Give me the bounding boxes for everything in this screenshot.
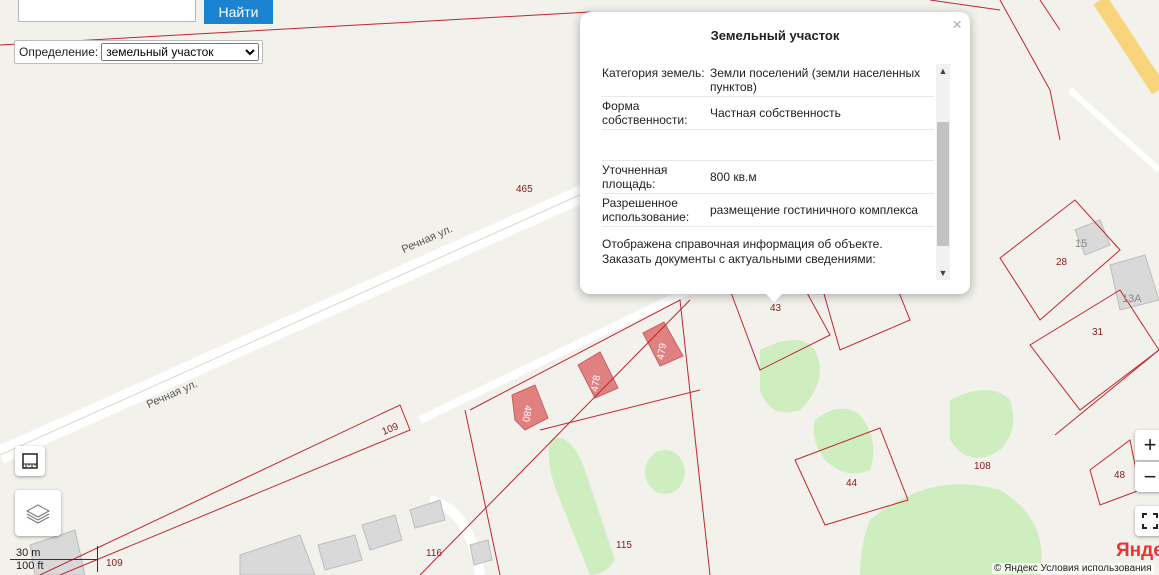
layers-icon (25, 504, 51, 524)
parcel-number: 44 (846, 478, 858, 489)
parcel-number: 109 (106, 558, 123, 569)
search-input[interactable] (18, 0, 196, 22)
scale-imperial: 100 ft (10, 560, 98, 572)
info-key: Форма собственности: (602, 99, 688, 127)
info-value: Частная собственность (710, 106, 841, 120)
parcel-number: 48 (1114, 470, 1126, 481)
info-note: Отображена справочная информация об объе… (602, 237, 883, 266)
info-key: Разрешенное использование: (602, 196, 690, 224)
copyright-text[interactable]: © Яндекс Условия использования (992, 563, 1154, 574)
parcel-number: 116 (426, 548, 442, 559)
scroll-up-arrow-icon[interactable]: ▲ (936, 64, 950, 78)
map-scale: 30 m 100 ft (10, 546, 98, 572)
info-value (710, 130, 934, 160)
popup-content: Категория земель: Земли поселений (земли… (602, 64, 934, 278)
definition-selector: Определение: земельный участок (14, 40, 264, 64)
popup-scrollbar[interactable]: ▲ ▼ (936, 64, 950, 280)
parcel-info-popup: Земельный участок × Категория земель: Зе… (580, 12, 970, 294)
info-value: Земли поселений (земли населенных пункто… (710, 66, 921, 94)
fullscreen-icon (1142, 513, 1158, 529)
parcel-number: 115 (616, 540, 632, 551)
info-key: Уточненная площадь: (602, 163, 668, 191)
ruler-button[interactable] (15, 446, 45, 476)
definition-label: Определение: (19, 45, 99, 59)
scale-metric: 30 m (10, 546, 98, 560)
building-number: 13А (1122, 293, 1142, 305)
close-icon[interactable]: × (952, 15, 962, 35)
parcel-number: 28 (1056, 257, 1068, 268)
info-value: размещение гостиничного комплекса (710, 203, 918, 217)
scroll-thumb[interactable] (937, 122, 949, 246)
info-row (602, 130, 934, 161)
building-number: 15 (1075, 238, 1088, 250)
info-row: Уточненная площадь: 800 кв.м (602, 161, 934, 194)
parcel-number: 108 (974, 461, 991, 472)
info-value: 800 кв.м (710, 170, 757, 184)
zoom-out-button[interactable]: − (1135, 462, 1159, 492)
popup-title: Земельный участок (710, 28, 840, 43)
zoom-in-button[interactable]: + (1135, 430, 1159, 460)
info-key (602, 130, 710, 160)
info-row: Разрешенное использование: размещение го… (602, 194, 934, 227)
parcel-number: 31 (1092, 327, 1104, 338)
parcel-number: 465 (516, 184, 533, 195)
popup-pointer (762, 290, 786, 302)
definition-select[interactable]: земельный участок (101, 43, 260, 61)
info-row: Форма собственности: Частная собственнос… (602, 97, 934, 130)
scroll-down-arrow-icon[interactable]: ▼ (936, 266, 950, 280)
info-row: Категория земель: Земли поселений (земли… (602, 64, 934, 97)
search-button[interactable]: Найти (204, 0, 273, 24)
yandex-logo[interactable]: Яндекс (1116, 540, 1159, 562)
layers-button[interactable] (15, 490, 61, 536)
parcel-number: 43 (770, 303, 782, 314)
ruler-icon (22, 453, 38, 469)
fullscreen-button[interactable] (1135, 506, 1159, 536)
info-key: Категория земель: (602, 66, 705, 80)
